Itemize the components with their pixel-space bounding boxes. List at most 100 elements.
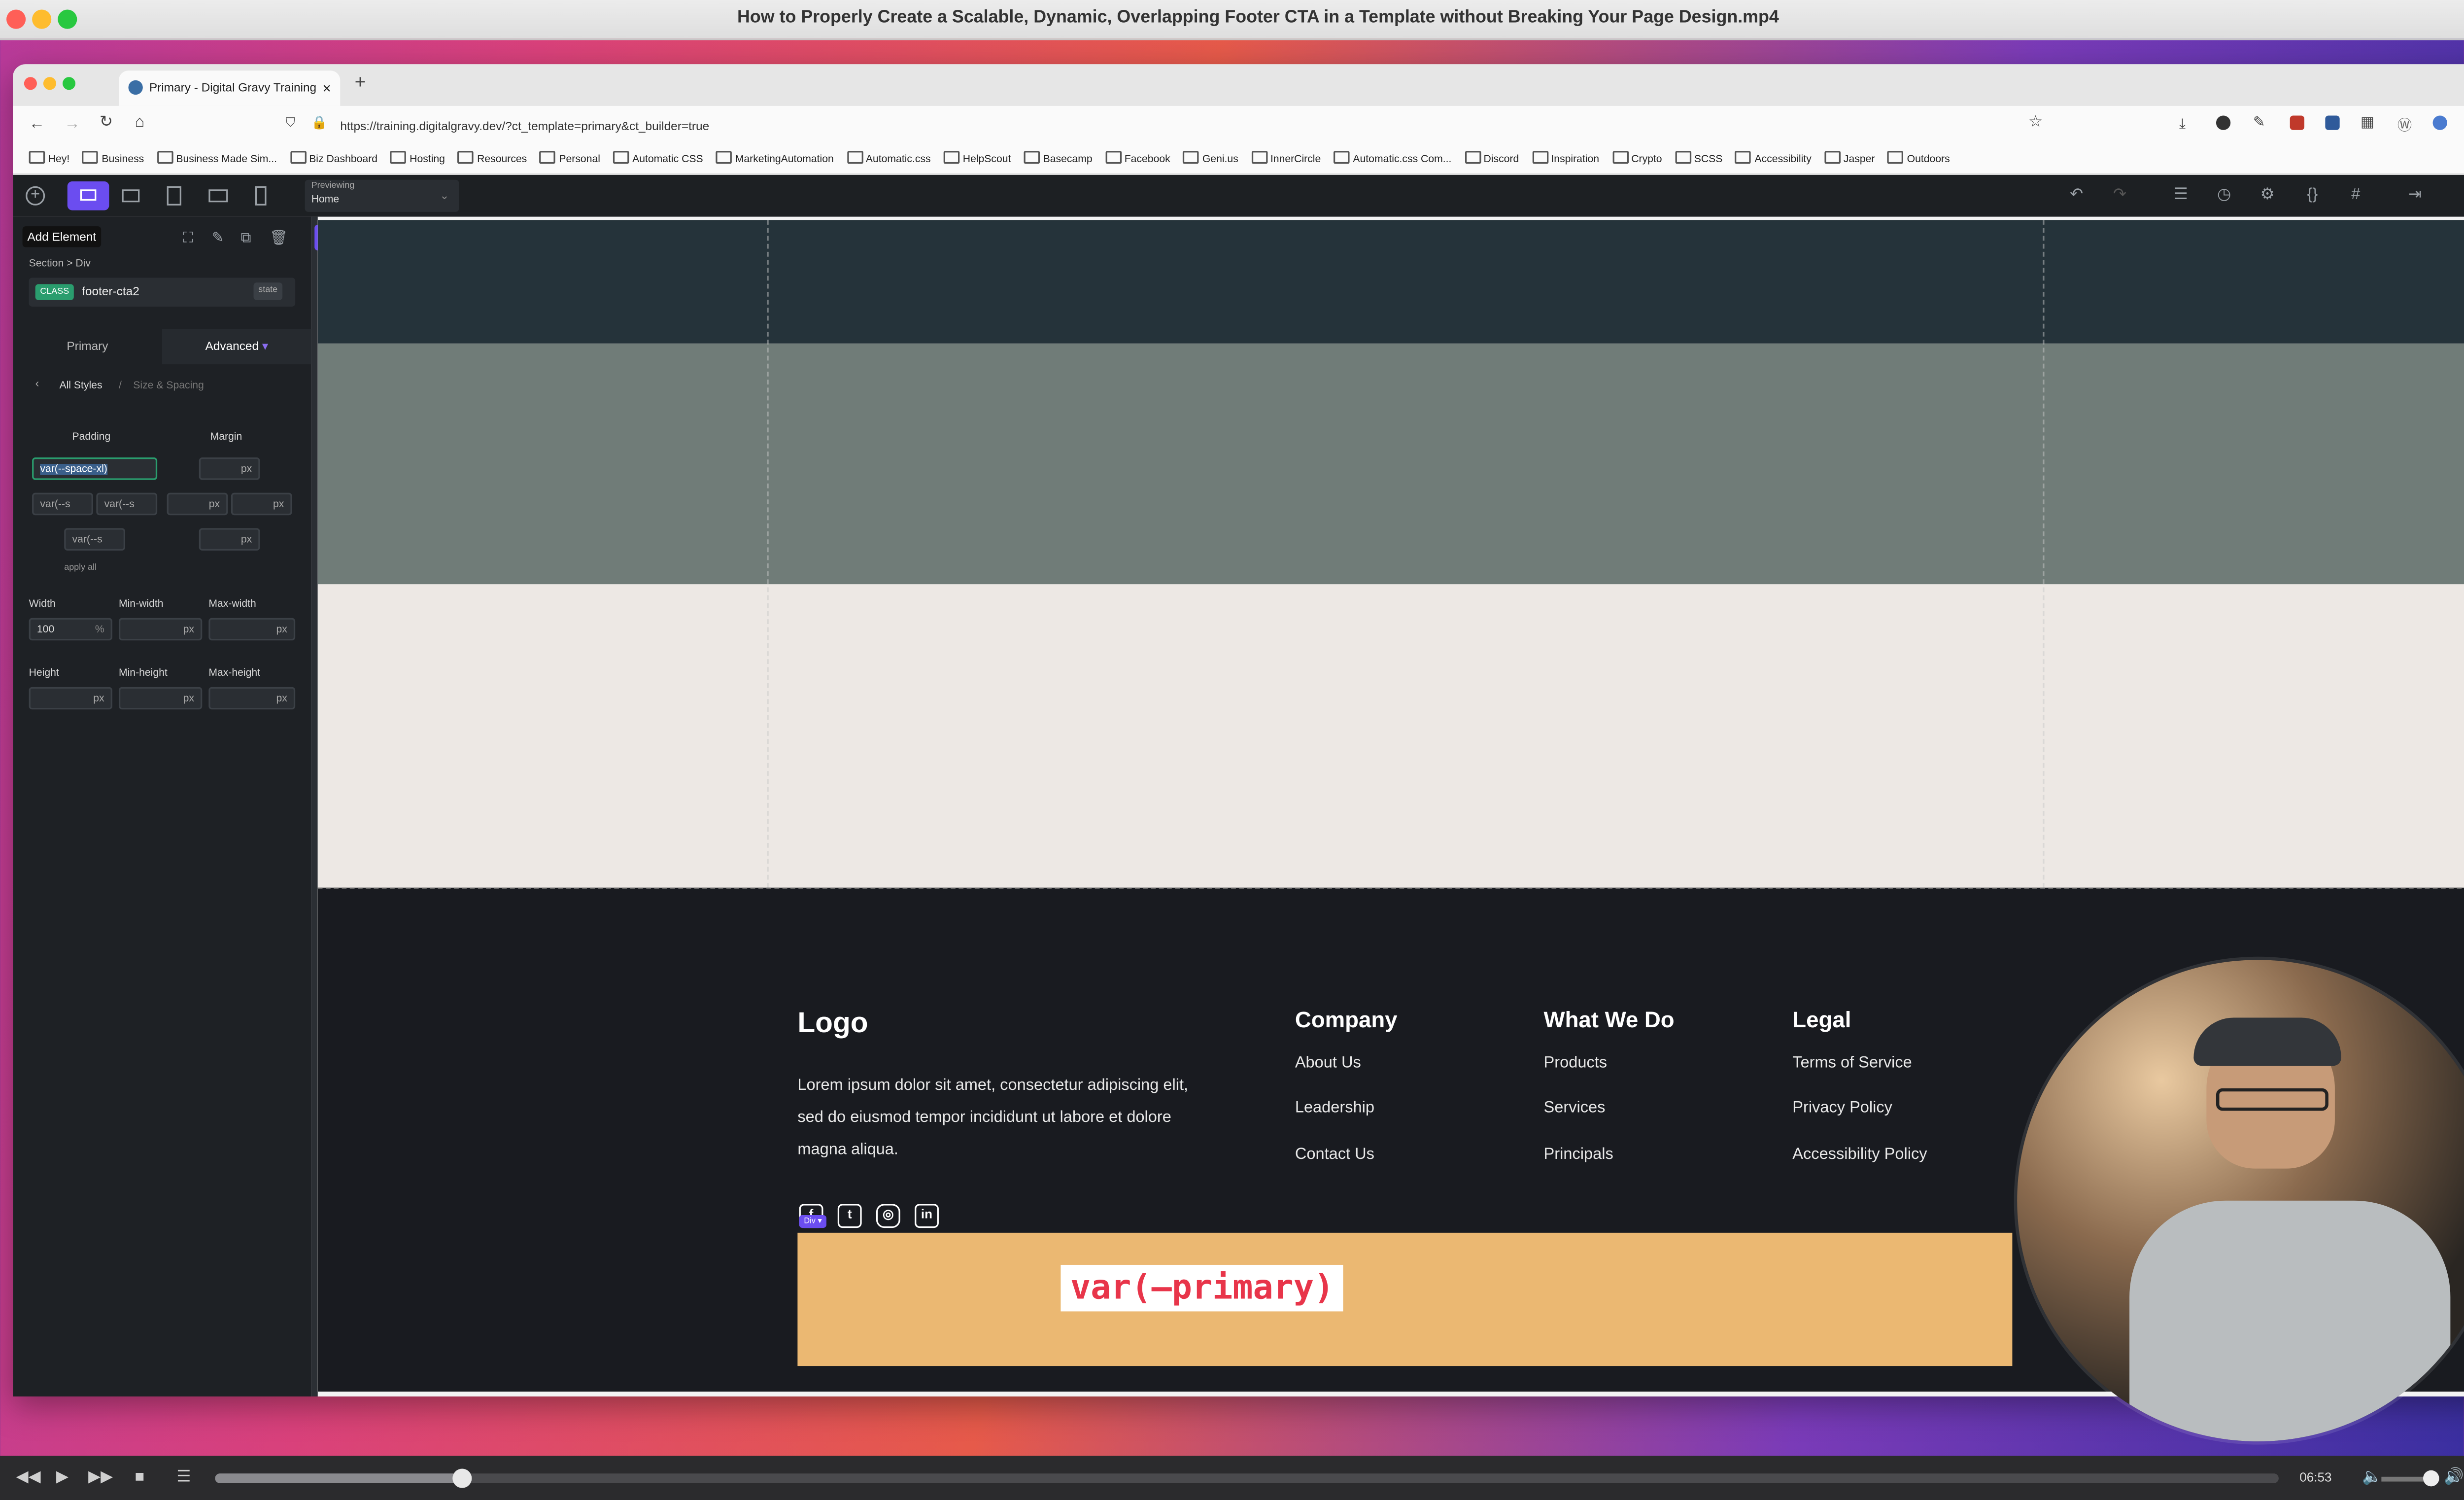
class-selector[interactable]: CLASS footer-cta2 state	[29, 278, 296, 307]
section-mid[interactable]	[317, 343, 2464, 585]
footer-link[interactable]: Privacy Policy	[1792, 1100, 1892, 1117]
bookmark-item[interactable]: Business	[82, 148, 144, 174]
history-icon[interactable]: ◷	[2215, 186, 2234, 206]
state-button[interactable]: state	[253, 282, 282, 300]
margin-left-input[interactable]: px	[167, 492, 228, 516]
footer-link[interactable]: Contact Us	[1295, 1146, 1374, 1164]
volume-low-icon[interactable]: 🔈	[2362, 1469, 2382, 1487]
bookmark-item[interactable]: Automatic CSS	[613, 148, 703, 174]
footer-link[interactable]: Products	[1544, 1054, 1608, 1072]
grid-hash-icon[interactable]: #	[2346, 186, 2365, 206]
reload-icon[interactable]: ↻	[100, 114, 113, 132]
bookmark-item[interactable]: Business Made Sim...	[157, 148, 277, 174]
max-height-input[interactable]: px	[208, 687, 296, 710]
shield-icon[interactable]: ⛉	[286, 115, 296, 132]
bookmark-item[interactable]: HelpScout	[943, 148, 1011, 174]
home-icon[interactable]: ⌂	[135, 114, 145, 132]
bookmark-item[interactable]: Facebook	[1105, 148, 1170, 174]
all-styles-link[interactable]: All Styles	[59, 381, 102, 392]
bookmark-item[interactable]: Geni.us	[1183, 148, 1238, 174]
address-input[interactable]: https://training.digitalgravy.dev/?ct_te…	[340, 119, 709, 133]
tab-primary[interactable]: Primary - Digital Gravy Training ×	[118, 70, 341, 106]
twitter-icon[interactable]: t	[837, 1204, 862, 1228]
footer-link[interactable]: About Us	[1295, 1054, 1361, 1072]
bookmark-item[interactable]: Inspiration	[1532, 148, 1599, 174]
bookmark-item[interactable]: MarketingAutomation	[716, 148, 834, 174]
mobile-view-icon[interactable]	[255, 186, 267, 206]
grid-icon[interactable]: ▦	[2361, 114, 2374, 132]
profile-icon[interactable]	[2432, 115, 2447, 130]
rewind-icon[interactable]: ◀◀	[16, 1469, 41, 1487]
min-width-input[interactable]: px	[118, 618, 203, 641]
footer-link[interactable]: Terms of Service	[1792, 1054, 1912, 1072]
section-light[interactable]	[317, 584, 2464, 888]
bookmark-star-icon[interactable]: ☆	[2028, 114, 2043, 132]
trash-icon[interactable]: 🗑	[270, 230, 288, 247]
min-height-input[interactable]: px	[118, 687, 203, 710]
width-input[interactable]: 100%	[29, 618, 112, 641]
bookmark-item[interactable]: Personal	[540, 148, 600, 174]
footer-logo[interactable]: Logo	[797, 1007, 868, 1040]
padding-right-input[interactable]: var(--s	[96, 492, 158, 516]
bookmark-item[interactable]: Jasper	[1824, 148, 1875, 174]
bookmark-item[interactable]: Basecamp	[1024, 148, 1093, 174]
breadcrumb[interactable]: Section > Div	[29, 258, 91, 270]
extension-icon[interactable]	[2216, 115, 2231, 130]
previewing-select[interactable]: Previewing Home ⌄	[305, 179, 459, 212]
tablet-landscape-icon[interactable]	[208, 189, 228, 203]
padding-top-input[interactable]: var(--space-xl)	[32, 457, 158, 480]
duplicate-icon[interactable]: ⧉	[240, 230, 251, 247]
volume-high-icon[interactable]: 🔊	[2444, 1469, 2464, 1487]
volume-knob[interactable]	[2423, 1470, 2439, 1487]
padding-left-input[interactable]: var(--s	[32, 492, 93, 516]
bookmark-item[interactable]: InnerCircle	[1251, 148, 1321, 174]
bookmark-item[interactable]: Automatic.css Com...	[1334, 148, 1451, 174]
fast-forward-icon[interactable]: ▶▶	[88, 1469, 113, 1487]
section-dark[interactable]	[317, 220, 2464, 344]
code-icon[interactable]: {}	[2303, 186, 2322, 206]
bookmark-item[interactable]: SCSS	[1675, 148, 1722, 174]
hierarchy-icon[interactable]: ⛶	[183, 230, 193, 247]
back-chevron-icon[interactable]: ‹	[35, 379, 39, 390]
footer-link[interactable]: Leadership	[1295, 1100, 1374, 1117]
footer-cta[interactable]: var(—primary)	[797, 1232, 2013, 1366]
download-icon[interactable]: ⤓	[2179, 115, 2186, 133]
apply-all-link[interactable]: apply all	[64, 563, 97, 573]
browser-close-button[interactable]	[24, 77, 37, 90]
bookmark-item[interactable]: Automatic.css	[846, 148, 931, 174]
progress-track[interactable]	[215, 1468, 2279, 1488]
redo-icon[interactable]: ↷	[2110, 186, 2129, 206]
panel-resize-handle[interactable]	[311, 216, 318, 1396]
playlist-icon[interactable]: ☰	[176, 1469, 191, 1487]
forward-icon[interactable]: →	[64, 115, 80, 133]
bookmark-item[interactable]: Crypto	[1612, 148, 1662, 174]
browser-minimize-button[interactable]	[43, 77, 56, 90]
browser-zoom-button[interactable]	[62, 77, 76, 90]
bookmark-item[interactable]: Hosting	[390, 148, 445, 174]
progress-scrubber[interactable]	[453, 1468, 473, 1488]
volume-slider[interactable]	[2381, 1470, 2439, 1487]
structure-icon[interactable]: ☰	[2171, 186, 2190, 206]
tab-advanced[interactable]: Advanced ▾	[162, 329, 311, 365]
footer-link[interactable]: Accessibility Policy	[1792, 1146, 1927, 1164]
wordpress-ext-icon[interactable]: Ⓦ	[2397, 114, 2412, 135]
undo-icon[interactable]: ↶	[2067, 186, 2086, 206]
tab-primary[interactable]: Primary	[13, 329, 162, 365]
bookmark-item[interactable]: Discord	[1464, 148, 1519, 174]
extension-red-icon[interactable]	[2290, 115, 2305, 130]
margin-bottom-input[interactable]: px	[199, 528, 260, 551]
margin-right-input[interactable]: px	[231, 492, 292, 516]
height-input[interactable]: px	[29, 687, 112, 710]
eyedropper-icon[interactable]: ✎	[2253, 114, 2265, 132]
instagram-icon[interactable]: ◎	[876, 1204, 900, 1228]
div-badge[interactable]: Div ▾	[799, 1215, 827, 1228]
exit-icon[interactable]: ⇥	[2405, 186, 2425, 206]
desktop-view-button[interactable]	[67, 181, 109, 210]
play-icon[interactable]: ▶	[56, 1469, 68, 1487]
extension-blue-icon[interactable]	[2325, 115, 2340, 130]
new-tab-icon[interactable]: +	[355, 70, 366, 93]
add-element-icon[interactable]: +	[26, 186, 45, 206]
close-tab-icon[interactable]: ×	[323, 70, 331, 106]
max-width-input[interactable]: px	[208, 618, 296, 641]
bookmark-item[interactable]: Outdoors	[1887, 148, 1950, 174]
